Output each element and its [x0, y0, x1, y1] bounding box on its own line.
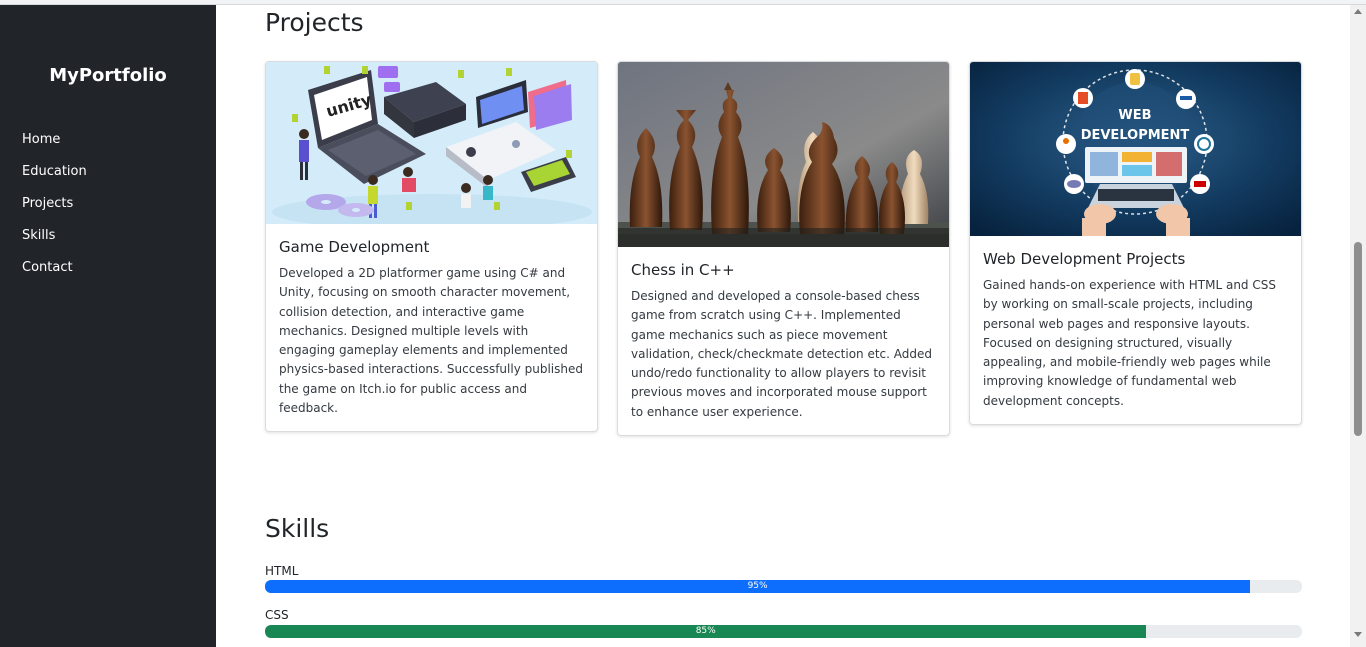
unity-game-image: unity [266, 62, 597, 224]
sidebar-item-contact[interactable]: Contact [22, 260, 87, 292]
card-title: Web Development Projects [983, 250, 1186, 268]
card-title: Game Development [279, 238, 430, 256]
web-development-image: WEB DEVELOPMENT [970, 62, 1301, 236]
skill-label-css: CSS [265, 608, 289, 622]
card-text: Developed a 2D platformer game using C# … [279, 266, 583, 416]
scroll-down-arrow-icon[interactable] [1354, 632, 1362, 637]
sidebar-item-skills[interactable]: Skills [22, 228, 87, 260]
card-text: Designed and developed a console-based c… [631, 289, 932, 419]
progress-fill-css: 85% [265, 625, 1147, 638]
main-content: Projects unity Game Development Develope… [216, 5, 1350, 647]
project-card-chess: Chess in C++ Designed and developed a co… [617, 61, 950, 437]
progress-bar-html: 95% [265, 580, 1302, 593]
development-text: DEVELOPMENT [1081, 128, 1190, 143]
progress-bar-css: 85% [265, 625, 1302, 638]
sidebar-item-projects[interactable]: Projects [22, 196, 87, 228]
project-card-game-development: unity Game Development Developed a 2D pl… [265, 61, 598, 433]
sidebar-item-home[interactable]: Home [22, 132, 87, 164]
projects-heading: Projects [265, 8, 364, 37]
sidebar-item-education[interactable]: Education [22, 164, 87, 196]
card-title: Chess in C++ [631, 261, 735, 279]
brand-title[interactable]: MyPortfolio [0, 65, 216, 86]
scrollbar-thumb[interactable] [1354, 242, 1362, 436]
progress-fill-html: 95% [265, 580, 1251, 593]
scroll-up-arrow-icon[interactable] [1354, 9, 1362, 14]
card-text: Gained hands-on experience with HTML and… [983, 278, 1276, 408]
skill-label-html: HTML [265, 564, 299, 578]
skills-heading: Skills [265, 514, 330, 543]
web-text: WEB [1118, 108, 1151, 123]
sidebar-nav: Home Education Projects Skills Contact [22, 132, 87, 292]
vertical-scrollbar[interactable] [1350, 5, 1366, 647]
chess-image [618, 62, 949, 247]
project-card-web-development: WEB DEVELOPMENT Web Development Projects… [969, 61, 1302, 426]
sidebar: MyPortfolio Home Education Projects Skil… [0, 5, 216, 647]
